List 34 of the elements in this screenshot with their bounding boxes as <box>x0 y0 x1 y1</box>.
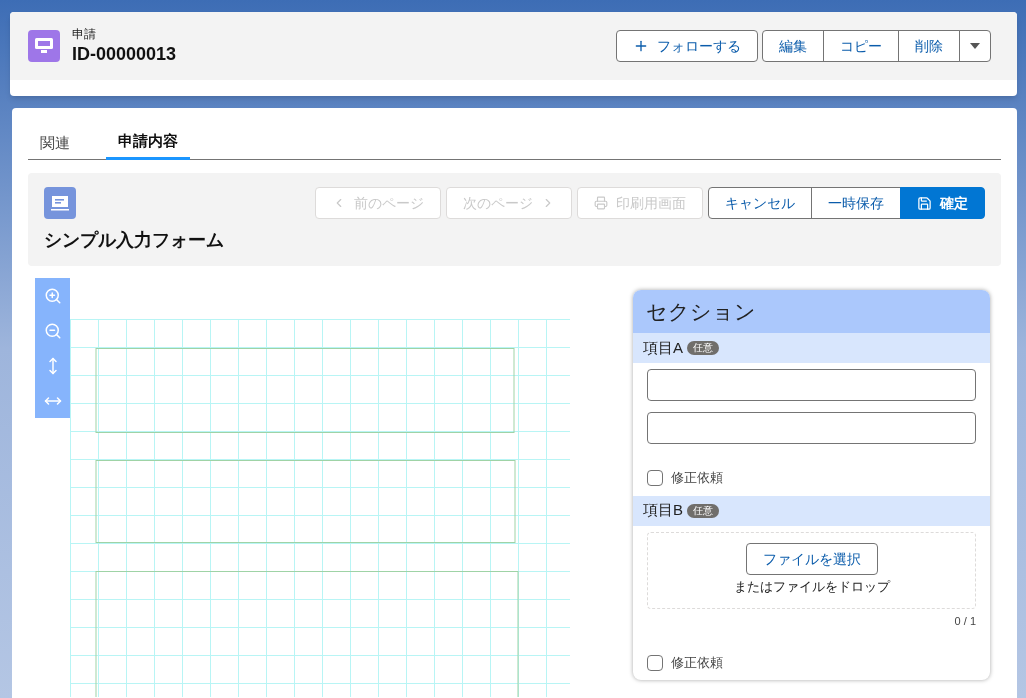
form-action-button[interactable]: キャンセル <box>708 187 812 219</box>
tab[interactable]: 申請内容 <box>106 126 190 160</box>
file-count: 0 / 1 <box>954 613 976 629</box>
monitor-icon <box>28 30 60 62</box>
form-title: シンプル入力フォーム <box>44 229 224 252</box>
drop-hint: またはファイルをドロップ <box>733 578 890 597</box>
plus-icon <box>633 38 649 54</box>
checkbox-label: 修正依頼 <box>671 654 723 672</box>
record-action-button[interactable]: コピー <box>823 30 899 62</box>
record-action-button[interactable]: 編集 <box>762 30 824 62</box>
file-drop-zone[interactable]: ファイルを選択 またはファイルをドロップ <box>647 531 976 609</box>
optional-tag: 任意 <box>687 341 719 355</box>
section-title: セクション <box>646 298 756 325</box>
tab[interactable]: 関連 <box>28 126 82 160</box>
checkbox[interactable] <box>647 654 663 671</box>
caret-down-icon <box>970 43 980 49</box>
choose-file-button[interactable]: ファイルを選択 <box>745 543 878 576</box>
field-label: 項目A <box>643 337 683 358</box>
follow-button[interactable]: フォローする <box>616 30 758 62</box>
save-icon <box>917 195 932 211</box>
checkbox[interactable] <box>647 469 663 486</box>
printer-icon <box>594 196 608 210</box>
form-action-button[interactable]: 一時保存 <box>811 187 901 219</box>
more-actions-button[interactable] <box>959 30 991 62</box>
form-icon <box>44 187 76 219</box>
record-type: 申請 <box>72 26 97 42</box>
record-id: ID-00000013 <box>72 43 177 66</box>
text-input[interactable] <box>647 369 976 401</box>
record-action-button[interactable]: 削除 <box>898 30 960 62</box>
optional-tag: 任意 <box>687 503 719 518</box>
checkbox-label: 修正依頼 <box>671 469 723 487</box>
confirm-button[interactable]: 確定 <box>900 187 985 219</box>
field-label: 項目B <box>643 500 683 521</box>
text-input[interactable] <box>647 412 976 444</box>
